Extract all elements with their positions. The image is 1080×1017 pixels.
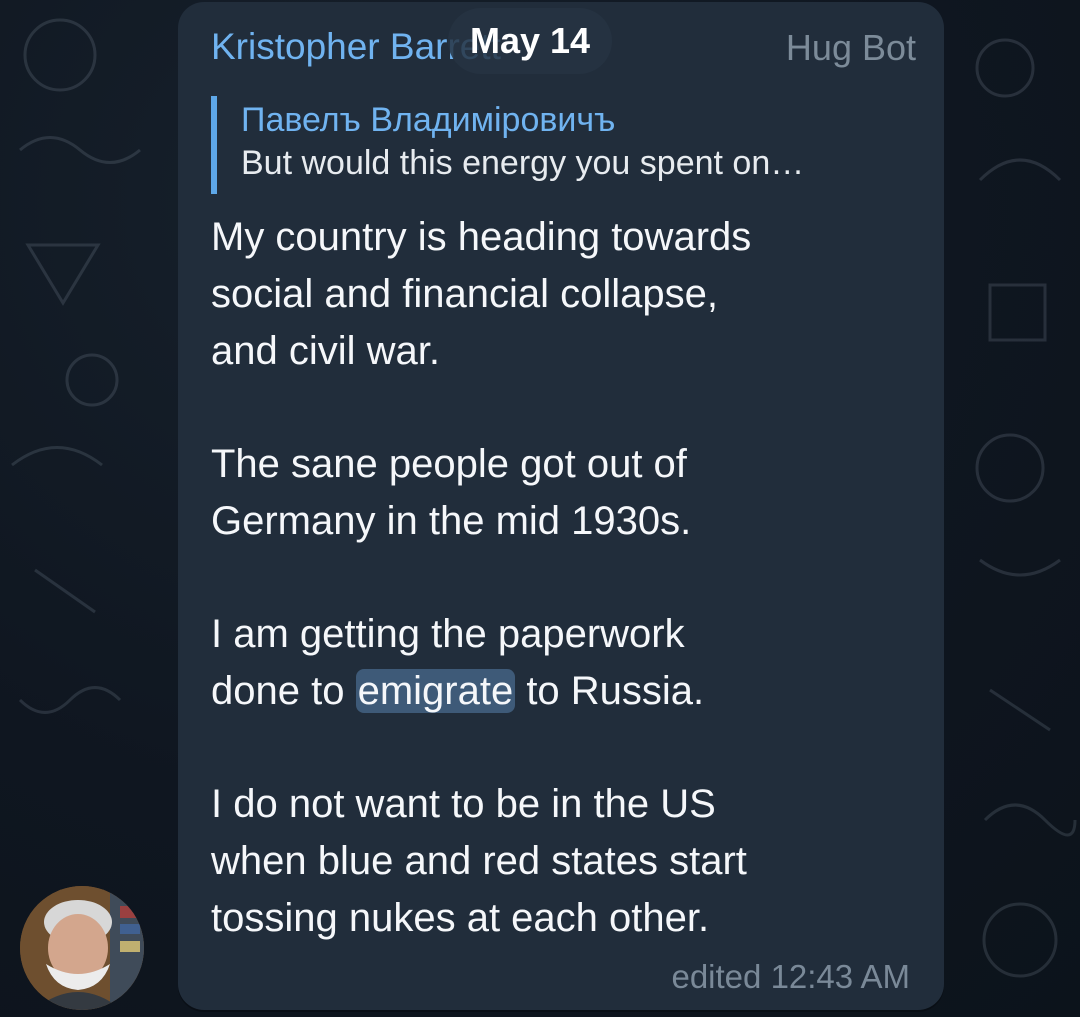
message-line: tossing nukes at each other. [211,896,710,940]
highlighted-word[interactable]: emigrate [355,669,516,713]
message-paragraph: The sane people got out of Germany in th… [211,436,911,550]
reply-author: Павелъ Владиміровичъ [241,101,616,139]
message-line: when blue and red states start [211,839,747,883]
message-time: 12:43 AM [770,958,910,995]
message-line: My country is heading towards [211,215,752,259]
message-line: done to emigrate to Russia. [211,663,911,720]
message-line: I do not want to be in the US [211,782,716,826]
edited-label: edited [671,958,762,995]
message-paragraph: My country is heading towards social and… [211,209,911,380]
date-separator: May 14 [448,8,613,74]
message-line: and civil war. [211,329,440,373]
message-segment: done to [211,669,356,713]
message-line: Germany in the mid 1930s. [211,499,692,543]
reply-text: But would this energy you spent on… [241,144,805,182]
message-paragraph: I do not want to be in the US when blue … [211,776,911,947]
message-line: social and financial collapse, [211,272,718,316]
message-text: My country is heading towards social and… [211,209,911,1003]
user-avatar[interactable] [20,886,144,1010]
avatar-photo-icon [20,886,144,1010]
message-segment: to Russia. [515,669,705,713]
reply-preview[interactable]: Павелъ Владиміровичъ But would this ener… [211,96,916,194]
message-paragraph: I am getting the paperwork done to emigr… [211,606,911,720]
message-meta: edited 12:43 AM [671,958,910,996]
message-line: The sane people got out of [211,442,687,486]
message-bubble[interactable]: Kristopher Barrett Hug Bot Павелъ Владим… [178,2,944,1010]
via-bot-label[interactable]: Hug Bot [786,27,916,69]
message-line: I am getting the paperwork [211,612,685,656]
